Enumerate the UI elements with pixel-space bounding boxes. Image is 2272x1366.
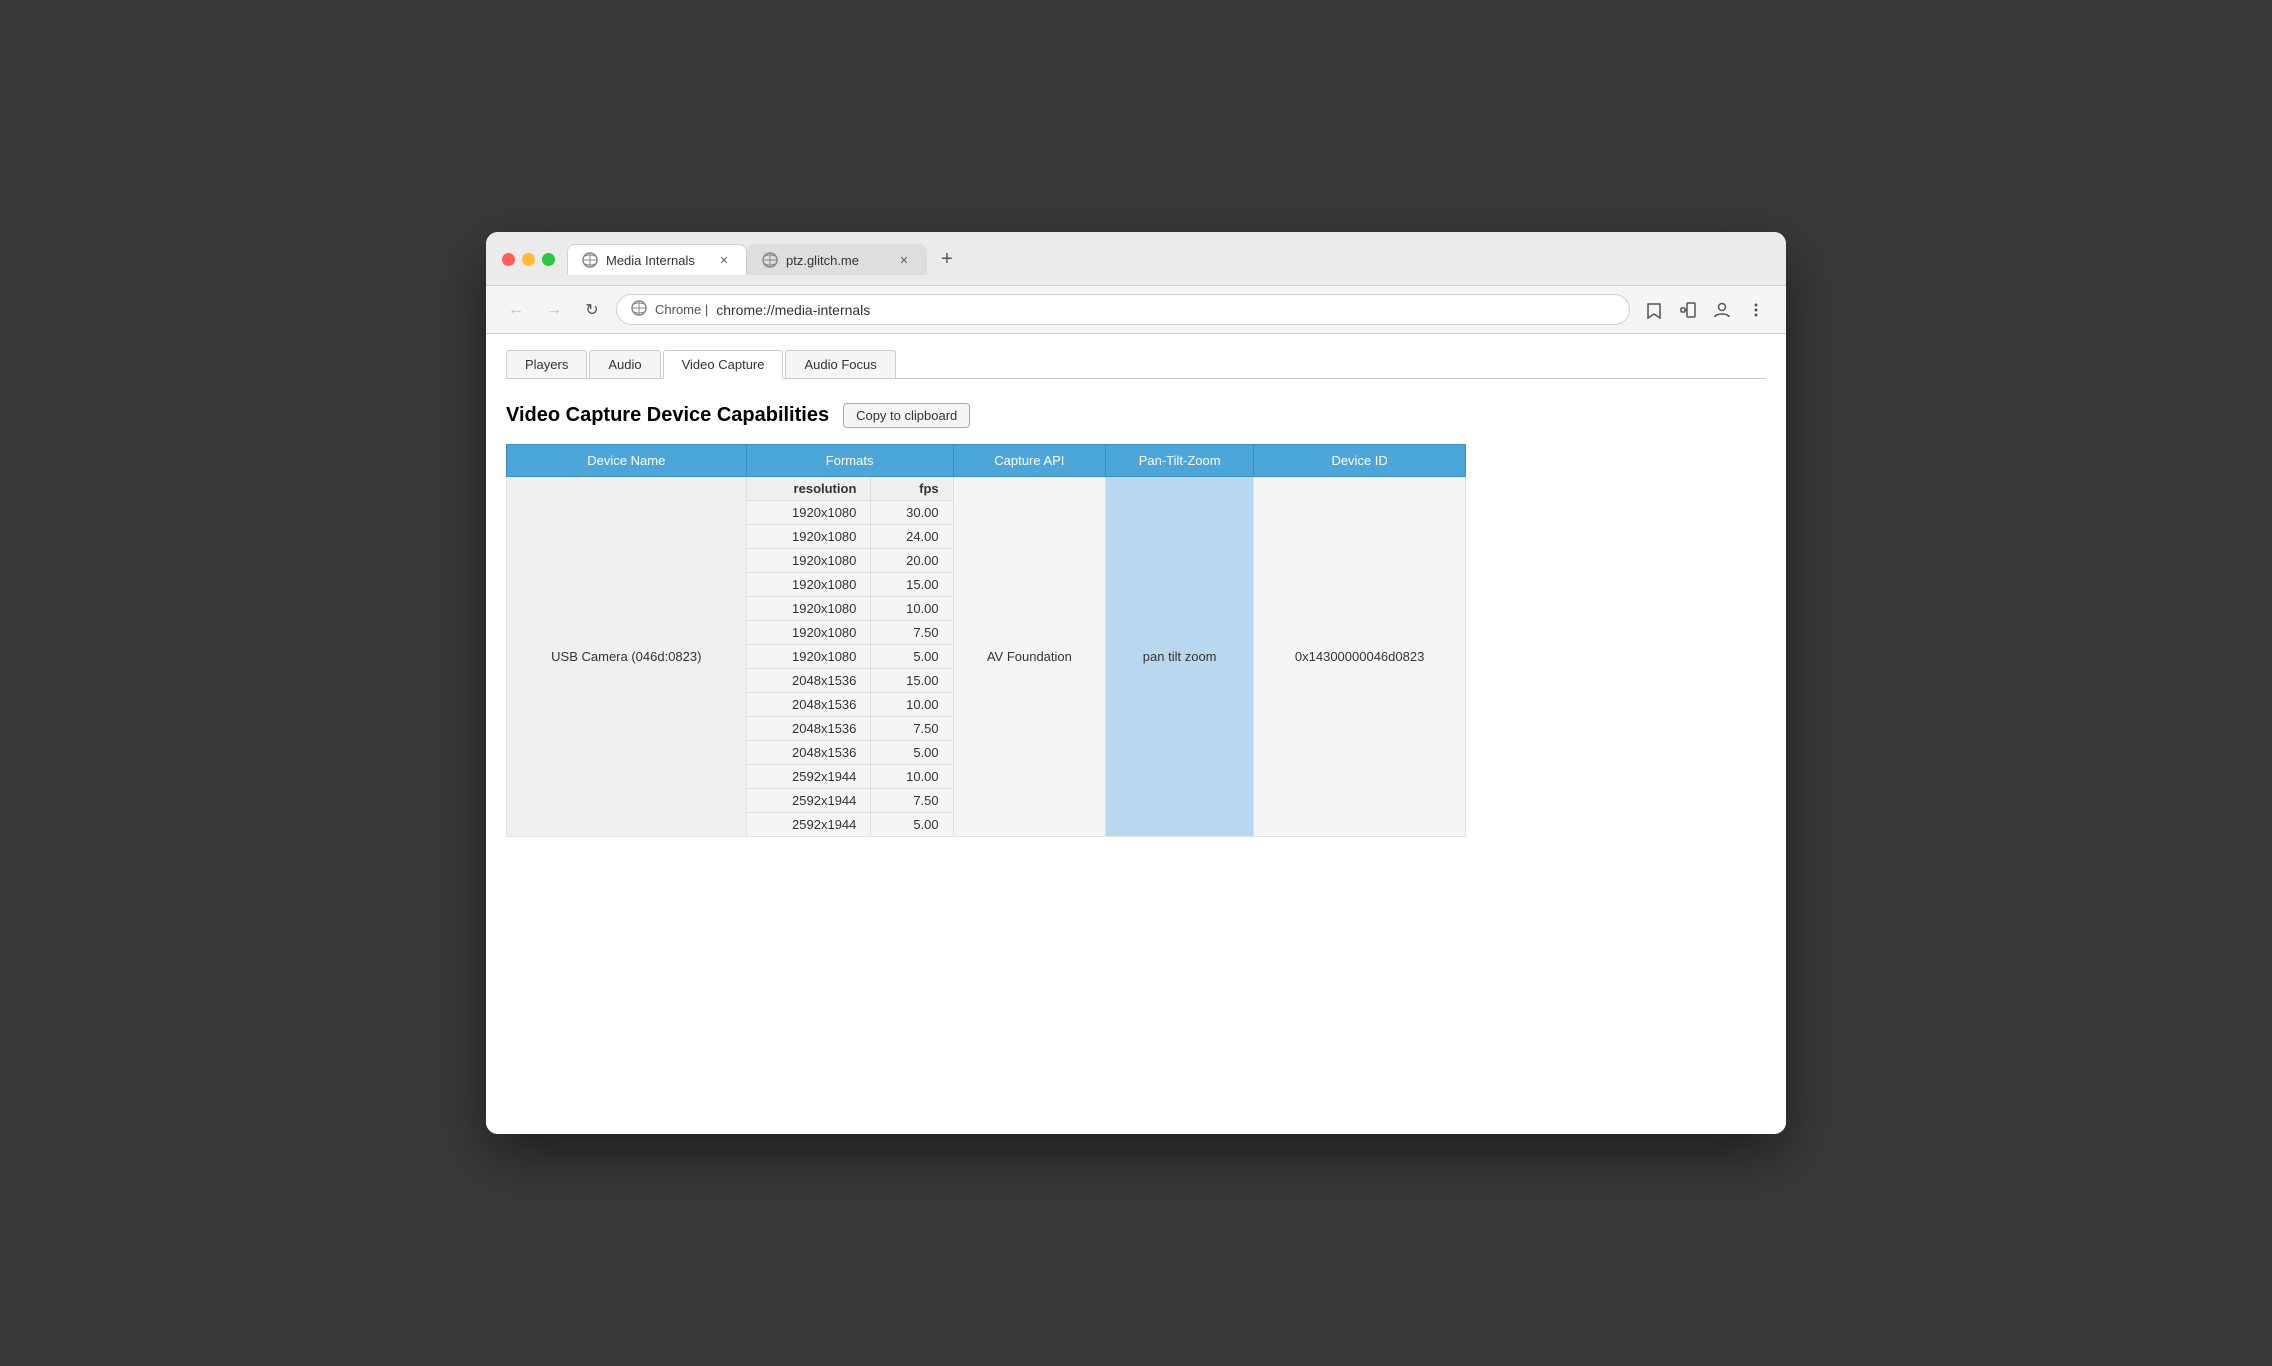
resolution-cell: 1920x1080 <box>746 501 871 525</box>
fps-cell: 7.50 <box>871 789 953 813</box>
traffic-lights <box>502 253 555 266</box>
resolution-cell: 1920x1080 <box>746 573 871 597</box>
back-button[interactable]: ← <box>502 296 530 324</box>
tab-ptz[interactable]: ptz.glitch.me ✕ <box>747 244 927 275</box>
th-formats: Formats <box>746 445 953 477</box>
fps-cell: 5.00 <box>871 645 953 669</box>
address-url: chrome://media-internals <box>716 302 870 318</box>
tab-ptz-label: ptz.glitch.me <box>786 253 888 268</box>
pan-tilt-zoom-cell: pan tilt zoom <box>1106 477 1254 837</box>
fps-subheader: fps <box>871 477 953 501</box>
tab-audio-focus[interactable]: Audio Focus <box>785 350 895 378</box>
address-protocol: Chrome | <box>655 302 708 317</box>
table-header-row: Device Name Formats Capture API Pan-Tilt… <box>507 445 1466 477</box>
resolution-cell: 1920x1080 <box>746 597 871 621</box>
table-subheader-row: USB Camera (046d:0823) resolution fps AV… <box>507 477 1466 501</box>
addressbar-row: ← → ↻ Chrome | chrome://media-internals <box>486 286 1786 334</box>
toolbar-icons <box>1640 296 1770 324</box>
fps-cell: 10.00 <box>871 597 953 621</box>
page-content: Players Audio Video Capture Audio Focus … <box>486 334 1786 1134</box>
resolution-cell: 2048x1536 <box>746 741 871 765</box>
extensions-icon[interactable] <box>1674 296 1702 324</box>
resolution-subheader: resolution <box>746 477 871 501</box>
capabilities-table: Device Name Formats Capture API Pan-Tilt… <box>506 444 1466 837</box>
close-button[interactable] <box>502 253 515 266</box>
reload-button[interactable]: ↻ <box>578 296 606 324</box>
fps-cell: 24.00 <box>871 525 953 549</box>
fps-cell: 5.00 <box>871 813 953 837</box>
fps-cell: 20.00 <box>871 549 953 573</box>
resolution-cell: 1920x1080 <box>746 525 871 549</box>
resolution-cell: 2048x1536 <box>746 693 871 717</box>
fps-cell: 10.00 <box>871 765 953 789</box>
tab-ptz-close[interactable]: ✕ <box>896 252 912 268</box>
minimize-button[interactable] <box>522 253 535 266</box>
section-header: Video Capture Device Capabilities Copy t… <box>506 403 1766 428</box>
resolution-cell: 2048x1536 <box>746 669 871 693</box>
section-title: Video Capture Device Capabilities <box>506 404 829 427</box>
capture-api-cell: AV Foundation <box>953 477 1105 837</box>
tab-media-internals[interactable]: Media Internals ✕ <box>567 244 747 275</box>
th-capture-api: Capture API <box>953 445 1105 477</box>
tab-players[interactable]: Players <box>506 350 587 378</box>
tab-audio[interactable]: Audio <box>589 350 660 378</box>
maximize-button[interactable] <box>542 253 555 266</box>
browser-window: Media Internals ✕ ptz.glitch.me <box>486 232 1786 1134</box>
media-internals-tab-icon <box>582 252 598 268</box>
resolution-cell: 2048x1536 <box>746 717 871 741</box>
copy-to-clipboard-button[interactable]: Copy to clipboard <box>843 403 970 428</box>
fps-cell: 30.00 <box>871 501 953 525</box>
tab-media-internals-close[interactable]: ✕ <box>716 252 732 268</box>
internal-tabs: Players Audio Video Capture Audio Focus <box>506 350 1766 379</box>
address-bar[interactable]: Chrome | chrome://media-internals <box>616 294 1630 325</box>
titlebar: Media Internals ✕ ptz.glitch.me <box>486 232 1786 286</box>
bookmark-icon[interactable] <box>1640 296 1668 324</box>
fps-cell: 10.00 <box>871 693 953 717</box>
resolution-cell: 1920x1080 <box>746 549 871 573</box>
tab-media-internals-label: Media Internals <box>606 253 708 268</box>
profile-icon[interactable] <box>1708 296 1736 324</box>
resolution-cell: 1920x1080 <box>746 645 871 669</box>
th-pan-tilt-zoom: Pan-Tilt-Zoom <box>1106 445 1254 477</box>
ptz-tab-icon <box>762 252 778 268</box>
menu-icon[interactable] <box>1742 296 1770 324</box>
resolution-cell: 2592x1944 <box>746 813 871 837</box>
site-icon <box>631 300 647 319</box>
fps-cell: 5.00 <box>871 741 953 765</box>
resolution-cell: 1920x1080 <box>746 621 871 645</box>
resolution-cell: 2592x1944 <box>746 765 871 789</box>
th-device-id: Device ID <box>1254 445 1466 477</box>
fps-cell: 7.50 <box>871 717 953 741</box>
fps-cell: 15.00 <box>871 573 953 597</box>
th-device-name: Device Name <box>507 445 747 477</box>
tabs-bar: Media Internals ✕ ptz.glitch.me <box>567 244 1770 275</box>
new-tab-button[interactable]: + <box>933 246 961 274</box>
fps-cell: 15.00 <box>871 669 953 693</box>
tab-video-capture[interactable]: Video Capture <box>663 350 784 379</box>
fps-cell: 7.50 <box>871 621 953 645</box>
device-id-cell: 0x14300000046d0823 <box>1254 477 1466 837</box>
resolution-cell: 2592x1944 <box>746 789 871 813</box>
forward-button[interactable]: → <box>540 296 568 324</box>
device-name-cell: USB Camera (046d:0823) <box>507 477 747 837</box>
